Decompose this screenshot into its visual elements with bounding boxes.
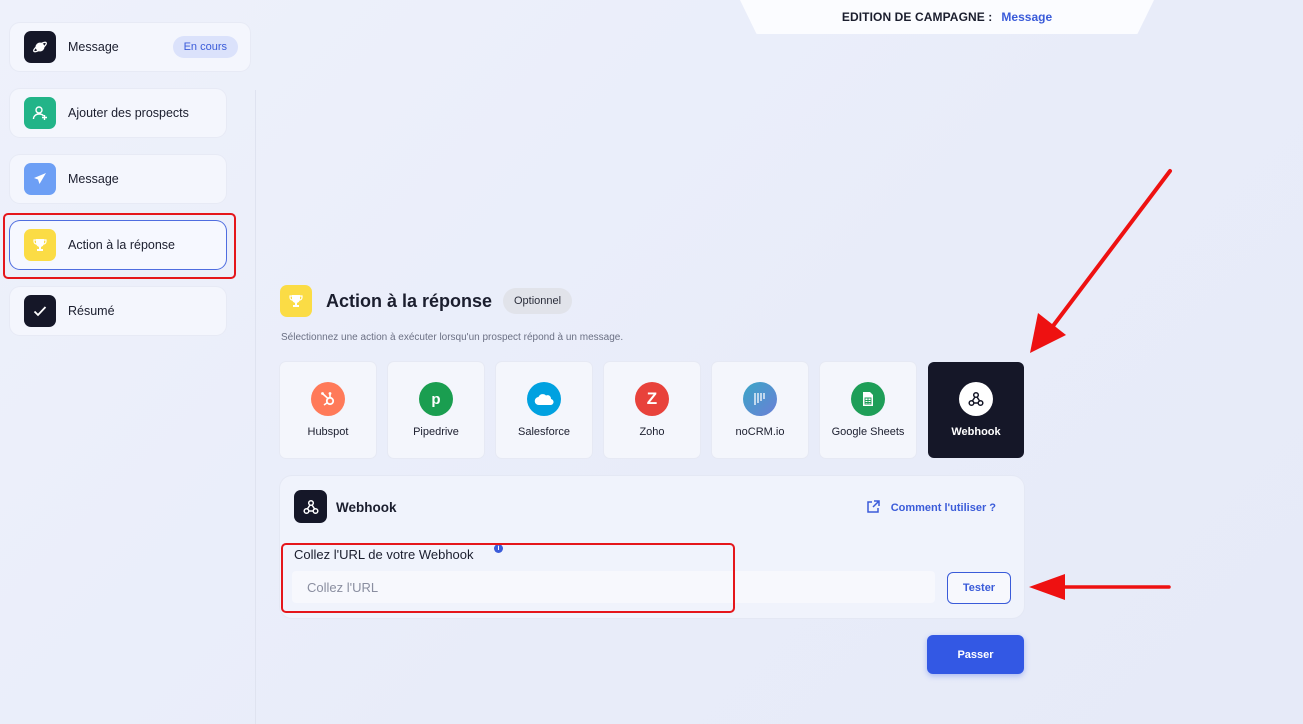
sidebar-item-label: Message [68,40,119,54]
tile-label: Webhook [951,426,1001,438]
help-link[interactable]: Comment l'utiliser ? [866,499,996,517]
sidebar-item-label: Message [68,172,119,186]
integration-tiles: Hubspot p Pipedrive Salesforce Z Zoho no… [280,362,1024,458]
annotation-arrow-test [1029,574,1171,600]
tile-zoho[interactable]: Z Zoho [604,362,700,458]
paper-plane-icon [24,163,56,195]
check-icon [24,295,56,327]
sidebar-item-label: Résumé [68,304,115,318]
nocrm-icon [743,382,777,416]
tile-pipedrive[interactable]: p Pipedrive [388,362,484,458]
section-description: Sélectionnez une action à exécuter lorsq… [281,332,624,343]
planet-icon [24,31,56,63]
trophy-icon [280,285,312,317]
sidebar-step-message-current[interactable]: Message En cours [10,23,250,71]
tile-salesforce[interactable]: Salesforce [496,362,592,458]
annotation-box-url [281,543,735,613]
annotation-arrow-webhook [1030,169,1172,353]
pipedrive-icon: p [419,382,453,416]
webhook-icon [959,382,993,416]
tile-label: Google Sheets [831,426,905,438]
edition-value: Message [1001,10,1053,24]
edition-tab: EDITION DE CAMPAGNE : Message [740,0,1154,34]
hubspot-icon [311,382,345,416]
sidebar-divider [255,90,256,724]
tile-label: noCRM.io [735,426,785,438]
tile-label: Hubspot [307,426,349,438]
tile-google-sheets[interactable]: Google Sheets [820,362,916,458]
sidebar-step-message[interactable]: Message [10,155,226,203]
sidebar-item-label: Ajouter des prospects [68,106,189,120]
test-button[interactable]: Tester [947,572,1011,604]
skip-button[interactable]: Passer [927,635,1024,674]
edition-label: EDITION DE CAMPAGNE : [841,10,993,24]
webhook-title: Webhook [336,500,397,515]
sidebar-step-summary[interactable]: Résumé [10,287,226,335]
tile-label: Salesforce [518,426,570,438]
status-badge: En cours [172,36,238,58]
user-add-icon [24,97,56,129]
zoho-icon: Z [635,382,669,416]
tile-nocrm[interactable]: noCRM.io [712,362,808,458]
tile-webhook[interactable]: Webhook [928,362,1024,458]
help-link-label: Comment l'utiliser ? [890,502,996,514]
salesforce-icon [527,382,561,416]
optional-badge: Optionnel [503,288,573,314]
google-sheets-icon [851,382,885,416]
webhook-icon [294,490,327,523]
external-link-icon [866,499,881,517]
tile-label: Zoho [639,426,665,438]
page-title: Action à la réponse [326,291,493,311]
tile-label: Pipedrive [413,426,459,438]
sidebar-step-prospects[interactable]: Ajouter des prospects [10,89,226,137]
annotation-box-sidebar [3,213,236,279]
tile-hubspot[interactable]: Hubspot [280,362,376,458]
